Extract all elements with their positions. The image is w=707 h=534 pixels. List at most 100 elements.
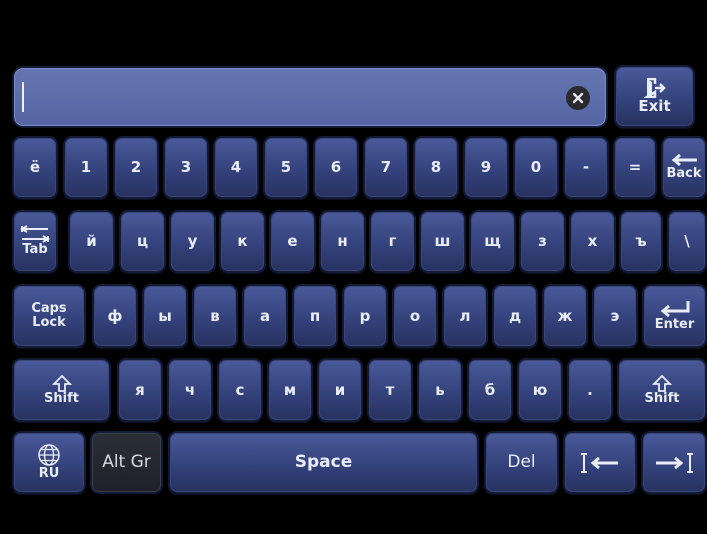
caps-lock-key[interactable]: Caps Lock — [12, 284, 86, 348]
key-label: 7 — [380, 158, 392, 177]
key-e-reverse[interactable]: э — [592, 284, 638, 348]
key-o[interactable]: о — [392, 284, 438, 348]
key-label: й — [86, 232, 97, 251]
key-v[interactable]: в — [192, 284, 238, 348]
key-label: л — [459, 306, 471, 325]
key-i[interactable]: и — [317, 358, 363, 422]
key-y-short[interactable]: й — [68, 210, 115, 273]
delete-label: Del — [507, 452, 536, 473]
key-shch[interactable]: щ — [469, 210, 516, 273]
key-9[interactable]: 9 — [463, 136, 509, 199]
key-a[interactable]: а — [242, 284, 288, 348]
alt-gr-key[interactable]: Alt Gr — [90, 431, 163, 494]
enter-key[interactable]: Enter — [642, 284, 707, 348]
key-1[interactable]: 1 — [63, 136, 109, 199]
key-sh[interactable]: ш — [419, 210, 466, 273]
key-label: д — [508, 306, 522, 325]
enter-label: Enter — [654, 316, 695, 332]
key-label: 0 — [530, 158, 542, 177]
key-s[interactable]: с — [217, 358, 263, 422]
key-m[interactable]: м — [267, 358, 313, 422]
key-g[interactable]: г — [369, 210, 416, 273]
key-label: о — [409, 306, 421, 325]
key-label: в — [210, 306, 220, 325]
key-yery[interactable]: ы — [142, 284, 188, 348]
globe-icon — [38, 444, 60, 467]
key-label: б — [484, 380, 496, 399]
key-label: г — [388, 232, 397, 251]
key-yu[interactable]: ю — [517, 358, 563, 422]
key-label: х — [587, 232, 598, 251]
shift-right-key[interactable]: Shift — [617, 358, 707, 422]
caps-label-line2: Lock — [32, 315, 66, 330]
key-6[interactable]: 6 — [313, 136, 359, 199]
clear-button[interactable] — [566, 86, 590, 110]
key-z[interactable]: з — [519, 210, 566, 273]
key-ye[interactable]: е — [269, 210, 316, 273]
shift-left-key[interactable]: Shift — [12, 358, 111, 422]
key-label: ы — [158, 306, 172, 325]
key-n[interactable]: н — [319, 210, 366, 273]
key-period[interactable]: . — [567, 358, 613, 422]
key-minus[interactable]: - — [563, 136, 609, 199]
cursor-right-icon — [656, 452, 693, 473]
key-ch[interactable]: ч — [167, 358, 213, 422]
key-equals[interactable]: = — [613, 136, 657, 199]
exit-label: Exit — [638, 97, 671, 116]
key-label: а — [259, 306, 271, 325]
key-label: у — [187, 232, 198, 251]
enter-return-icon — [660, 300, 689, 317]
alt-gr-label: Alt Gr — [102, 452, 151, 473]
key-r[interactable]: р — [342, 284, 388, 348]
space-key[interactable]: Space — [168, 431, 479, 494]
key-backslash[interactable]: \ — [667, 210, 707, 273]
key-kh[interactable]: х — [569, 210, 616, 273]
shift-arrow-icon — [652, 374, 672, 392]
key-soft-sign[interactable]: ь — [417, 358, 463, 422]
text-input-field[interactable] — [12, 66, 608, 128]
key-2[interactable]: 2 — [113, 136, 159, 199]
key-p[interactable]: п — [292, 284, 338, 348]
key-label: - — [582, 158, 590, 177]
delete-key[interactable]: Del — [484, 431, 559, 494]
key-f[interactable]: ф — [92, 284, 138, 348]
key-zh[interactable]: ж — [542, 284, 588, 348]
key-label: 5 — [280, 158, 292, 177]
key-label: 1 — [80, 158, 92, 177]
exit-key[interactable]: Exit — [614, 65, 695, 128]
cursor-left-icon — [581, 452, 618, 473]
shift-arrow-icon — [51, 374, 72, 392]
key-7[interactable]: 7 — [363, 136, 409, 199]
key-l[interactable]: л — [442, 284, 488, 348]
key-label: ц — [136, 232, 149, 251]
key-ya[interactable]: я — [117, 358, 163, 422]
key-label: т — [385, 380, 395, 399]
key-b[interactable]: б — [467, 358, 513, 422]
key-label: ж — [557, 306, 573, 325]
cursor-home-key[interactable] — [563, 431, 637, 494]
caps-label-line1: Caps — [31, 301, 67, 317]
key-hard-sign[interactable]: ъ — [619, 210, 663, 273]
key-yo[interactable]: ё — [12, 136, 58, 199]
key-label: = — [628, 158, 642, 177]
tab-key[interactable]: Tab — [12, 210, 58, 273]
key-8[interactable]: 8 — [413, 136, 459, 199]
key-d[interactable]: д — [492, 284, 538, 348]
tab-label: Tab — [22, 242, 48, 258]
key-t[interactable]: т — [367, 358, 413, 422]
tab-arrows-icon — [20, 225, 50, 244]
key-k[interactable]: к — [219, 210, 266, 273]
key-u[interactable]: у — [169, 210, 216, 273]
key-label: п — [309, 306, 321, 325]
key-label: 2 — [130, 158, 142, 177]
backspace-key[interactable]: Back — [661, 136, 707, 199]
language-key[interactable]: RU — [12, 431, 86, 494]
language-label: RU — [38, 466, 60, 482]
key-ts[interactable]: ц — [119, 210, 166, 273]
key-3[interactable]: 3 — [163, 136, 209, 199]
key-4[interactable]: 4 — [213, 136, 259, 199]
key-5[interactable]: 5 — [263, 136, 309, 199]
key-0[interactable]: 0 — [513, 136, 559, 199]
cursor-end-key[interactable] — [641, 431, 707, 494]
shift-label: Shift — [44, 390, 79, 406]
